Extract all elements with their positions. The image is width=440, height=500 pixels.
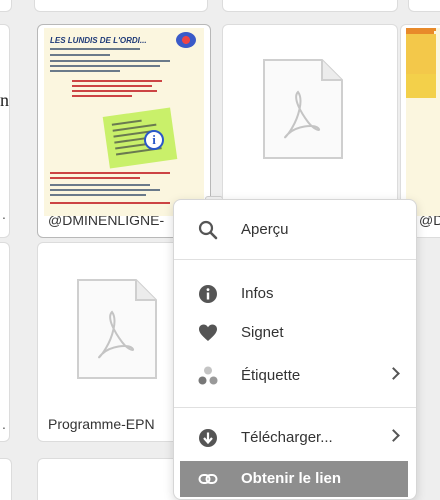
card-top-right-partial[interactable] — [222, 0, 398, 12]
menu-item-telecharger[interactable]: Télécharger... — [174, 418, 416, 458]
heart-icon — [199, 324, 217, 341]
search-icon — [198, 220, 218, 240]
menu-item-apercu[interactable]: Aperçu — [174, 210, 416, 250]
flyer-green-box — [102, 107, 178, 169]
context-menu: Aperçu Infos Signet Étiquette Télécharge… — [173, 199, 417, 500]
submenu-arrow-icon — [387, 429, 400, 442]
menu-item-etiquette[interactable]: Étiquette — [174, 356, 416, 396]
menu-item-obtenir-le-lien[interactable]: Obtenir le lien — [180, 461, 408, 497]
card-top-far-right-partial[interactable] — [408, 0, 440, 12]
menu-item-signet[interactable]: Signet — [174, 313, 416, 353]
pdf-file-icon — [263, 59, 343, 159]
menu-separator — [174, 407, 416, 408]
flyer-title: LES LUNDIS DE L'ORDI... — [50, 36, 147, 45]
tag-dots-icon — [198, 366, 218, 385]
pdf-file-icon — [77, 279, 157, 379]
card-top-middle-partial[interactable] — [34, 0, 208, 12]
submenu-arrow-icon — [387, 367, 400, 380]
info-icon — [199, 285, 217, 303]
menu-separator — [174, 259, 416, 260]
card-top-left-partial[interactable] — [0, 0, 12, 12]
menu-item-label: Signet — [241, 324, 284, 341]
flyer-logo — [176, 32, 196, 48]
flyer-thumbnail: LES LUNDIS DE L'ORDI... — [44, 28, 204, 216]
left-edge-text-2: n — [0, 90, 9, 110]
card-left-edge-2[interactable] — [0, 242, 10, 442]
flyer-thumbnail-partial — [406, 28, 440, 216]
menu-item-label: Étiquette — [241, 367, 301, 384]
left-edge-text-3: . — [2, 416, 6, 432]
menu-item-label: Aperçu — [241, 221, 289, 238]
menu-item-label: Télécharger... — [241, 429, 333, 446]
info-badge-icon: i — [144, 130, 164, 150]
download-icon — [199, 429, 217, 447]
left-edge-text-1: . — [2, 206, 6, 222]
card-bottom-left-partial[interactable] — [0, 458, 12, 500]
menu-item-infos[interactable]: Infos — [174, 274, 416, 314]
link-icon — [198, 474, 218, 484]
menu-item-label: Infos — [241, 285, 274, 302]
menu-item-label: Obtenir le lien — [241, 470, 342, 487]
